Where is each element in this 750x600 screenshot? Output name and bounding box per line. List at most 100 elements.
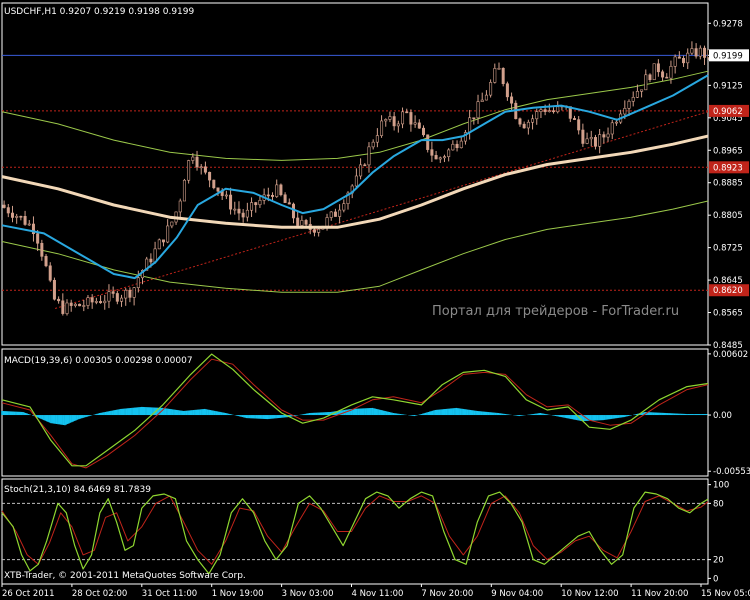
candle-body — [82, 305, 86, 307]
stoch-axis-tick-label: 80 — [713, 499, 724, 509]
candle-body — [426, 134, 430, 150]
candle-body — [451, 143, 455, 151]
candle-body — [203, 166, 207, 173]
copyright: XTB-Trader, © 2001-2011 MetaQuotes Softw… — [4, 571, 246, 581]
candle-body — [48, 265, 52, 281]
candle-body — [703, 47, 707, 58]
candle-body — [556, 106, 560, 113]
candle-body — [409, 112, 413, 125]
candle-body — [317, 228, 321, 233]
candle-body — [120, 297, 124, 302]
time-axis-label: 31 Oct 11:00 — [142, 589, 197, 599]
time-axis-label: 3 Nov 03:00 — [282, 589, 334, 599]
macd-axis-tick-label: -0.00553 — [713, 467, 750, 477]
candle-body — [325, 217, 329, 227]
candle-body — [531, 118, 535, 123]
candle-body — [384, 119, 388, 122]
candle-body — [623, 107, 627, 115]
candle-body — [438, 157, 442, 160]
macd-axis-tick-label: 0.00602 — [713, 350, 748, 360]
candle-body — [375, 135, 379, 143]
candle-body — [10, 212, 14, 218]
candle-body — [229, 194, 233, 210]
candle-body — [61, 300, 65, 314]
candle-body — [149, 258, 153, 263]
candle-body — [510, 96, 514, 104]
candle-body — [312, 229, 316, 233]
candle-body — [157, 239, 161, 250]
candle-body — [535, 111, 539, 120]
candle-body — [505, 83, 509, 98]
level-price-label: 0.8923 — [713, 163, 743, 173]
candle-body — [338, 209, 342, 217]
candle-body — [593, 137, 597, 147]
candle-body — [258, 200, 262, 206]
candle-body — [652, 63, 656, 81]
candle-body — [291, 203, 295, 219]
candle-body — [287, 202, 291, 205]
candle-body — [195, 156, 199, 168]
time-axis-label: 10 Nov 12:00 — [561, 589, 618, 599]
candle-body — [245, 209, 249, 218]
stoch-header: Stoch(21,3,10) 84.6469 81.7839 — [4, 485, 151, 495]
candle-body — [40, 242, 44, 257]
candle-body — [581, 129, 585, 144]
candle-body — [78, 303, 82, 307]
candle-body — [518, 118, 522, 125]
candle-body — [132, 287, 136, 298]
candle-body — [275, 184, 279, 197]
candle-body — [614, 121, 618, 124]
candle-body — [86, 297, 90, 306]
candle-body — [161, 239, 165, 243]
macd-axis-tick-label: 0.00 — [713, 411, 732, 421]
candle-body — [598, 134, 602, 147]
candle-body — [661, 71, 665, 78]
candle-body — [128, 289, 132, 298]
candle-body — [589, 137, 593, 140]
candle-body — [23, 216, 27, 225]
candle-body — [640, 89, 644, 92]
candle-body — [103, 300, 107, 304]
candle-body — [585, 138, 589, 144]
candle-body — [166, 225, 170, 243]
candle-body — [547, 110, 551, 112]
time-axis-label: 1 Nov 19:00 — [212, 589, 264, 599]
candle-body — [6, 207, 10, 214]
candle-body — [468, 117, 472, 133]
candle-body — [359, 164, 363, 177]
candle-body — [476, 101, 480, 119]
current-price-label: 0.9199 — [713, 51, 743, 61]
candle-body — [371, 141, 375, 148]
candle-body — [224, 194, 228, 197]
candle-body — [392, 116, 396, 127]
candle-body — [115, 293, 119, 302]
candle-body — [434, 155, 438, 160]
time-axis-label: 4 Nov 11:00 — [352, 589, 404, 599]
candle-body — [65, 302, 69, 314]
time-axis-label: 15 Nov 05:00 — [701, 589, 750, 599]
candle-body — [694, 48, 698, 57]
candle-body — [417, 122, 421, 129]
candle-body — [422, 127, 426, 136]
price-axis-tick-label: 0.8805 — [713, 211, 743, 221]
level-price-label: 0.9062 — [713, 107, 743, 117]
candle-body — [237, 208, 241, 214]
candle-body — [631, 97, 635, 102]
trading-chart[interactable]: 0.92780.91990.91250.90450.89650.88850.88… — [0, 0, 750, 600]
candle-body — [182, 179, 186, 202]
candle-body — [577, 119, 581, 131]
candle-body — [250, 202, 254, 211]
candle-body — [673, 56, 677, 67]
candle-body — [296, 217, 300, 226]
stoch-axis-tick-label: 20 — [713, 556, 724, 566]
time-axis-label: 11 Nov 20:00 — [631, 589, 688, 599]
candle-body — [501, 67, 505, 85]
macd-header: MACD(19,39,6) 0.00305 0.00298 0.00007 — [4, 356, 193, 366]
candle-body — [539, 109, 543, 112]
candle-body — [635, 91, 639, 98]
candle-body — [442, 156, 446, 159]
candle-body — [170, 221, 174, 227]
time-axis-label: 7 Nov 20:00 — [421, 589, 473, 599]
candle-body — [283, 194, 287, 203]
candle-body — [36, 233, 40, 244]
